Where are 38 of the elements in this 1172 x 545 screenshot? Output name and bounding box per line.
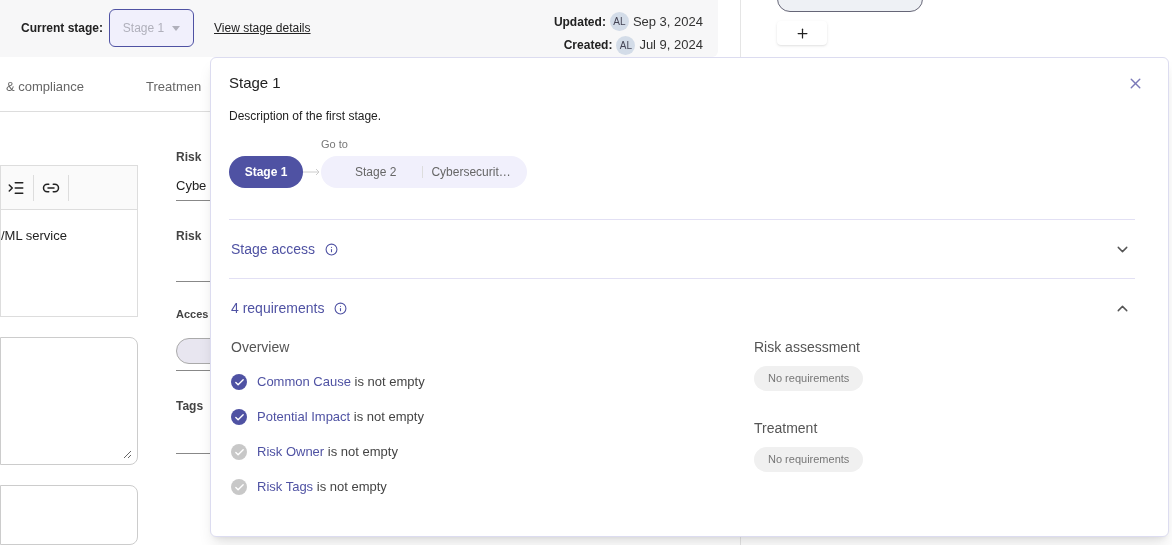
no-requirements-badge: No requirements <box>754 366 864 391</box>
go-to-label: Go to <box>321 136 348 152</box>
tab[interactable]: & compliance <box>6 76 85 96</box>
editor-text: /ML service <box>1 227 68 245</box>
section-title[interactable]: Stage access <box>231 238 316 260</box>
requirement-text: Common Cause is not empty <box>257 373 425 392</box>
avatar: AL <box>616 35 636 55</box>
arrow-icon <box>303 168 321 176</box>
field-label: Acces <box>176 306 209 322</box>
resize-handle-icon <box>123 450 131 458</box>
stage-pill[interactable]: Stage 1 <box>229 156 303 188</box>
tab[interactable]: Treatmen <box>146 76 202 96</box>
requirement-text: Risk Tags is not empty <box>257 478 387 497</box>
no-requirements-badge: No requirements <box>754 447 864 472</box>
info-icon[interactable] <box>325 242 339 256</box>
popover-title: Stage 1 <box>229 73 281 93</box>
popover-description: Description of the first stage. <box>229 107 383 125</box>
overview-title: Overview <box>231 338 291 357</box>
meta-date: Sep 3, 2024 <box>632 12 703 31</box>
current-stage-label: Current stage: <box>21 20 103 38</box>
meta-label: Created: <box>563 37 613 55</box>
plus-icon <box>794 25 810 41</box>
avatar: AL <box>609 12 629 32</box>
stage-option[interactable]: Cybersecurit… <box>431 163 511 181</box>
meta-label: Updated: <box>553 13 606 31</box>
view-stage-details-link[interactable]: View stage details <box>214 19 311 38</box>
field-label: Tags <box>176 398 205 415</box>
requirement-text: Potential Impact is not empty <box>257 408 424 427</box>
meta-date: Jul 9, 2024 <box>639 36 703 55</box>
info-icon[interactable] <box>334 301 348 315</box>
field-label: Risk <box>176 227 203 245</box>
group-title: Treatment <box>754 419 818 438</box>
requirement-text: Risk Owner is not empty <box>257 443 398 462</box>
section-title[interactable]: 4 requirements <box>231 297 325 319</box>
caret-icon <box>172 25 181 31</box>
stage-option[interactable]: Stage 2 <box>337 163 415 181</box>
group-title: Risk assessment <box>754 338 860 357</box>
field-label: Risk <box>176 149 203 166</box>
